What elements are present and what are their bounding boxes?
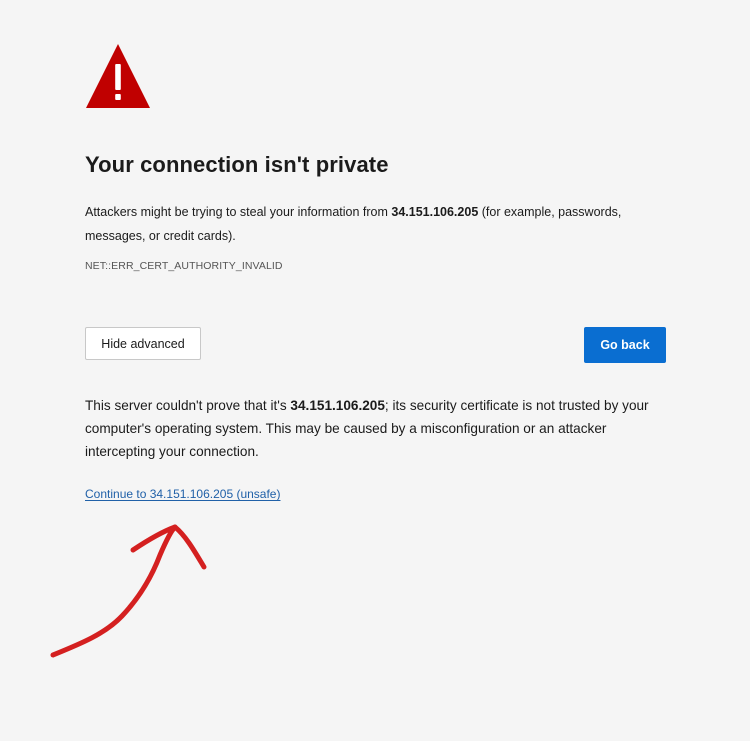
- details-text-start: This server couldn't prove that it's: [85, 398, 291, 413]
- warning-summary: Attackers might be trying to steal your …: [85, 200, 645, 248]
- page-title: Your connection isn't private: [85, 152, 389, 177]
- summary-text-start: Attackers might be trying to steal your …: [85, 205, 392, 219]
- hand-drawn-arrow: [50, 524, 207, 658]
- error-code: NET::ERR_CERT_AUTHORITY_INVALID: [85, 260, 283, 272]
- warning-triangle-icon: [85, 43, 151, 109]
- details-host: 34.151.106.205: [290, 398, 385, 413]
- hide-advanced-button[interactable]: Hide advanced: [85, 327, 201, 360]
- advanced-details: This server couldn't prove that it's 34.…: [85, 394, 675, 463]
- go-back-button[interactable]: Go back: [584, 327, 666, 363]
- proceed-unsafe-link[interactable]: Continue to 34.151.106.205 (unsafe): [85, 487, 280, 501]
- summary-host: 34.151.106.205: [391, 205, 479, 219]
